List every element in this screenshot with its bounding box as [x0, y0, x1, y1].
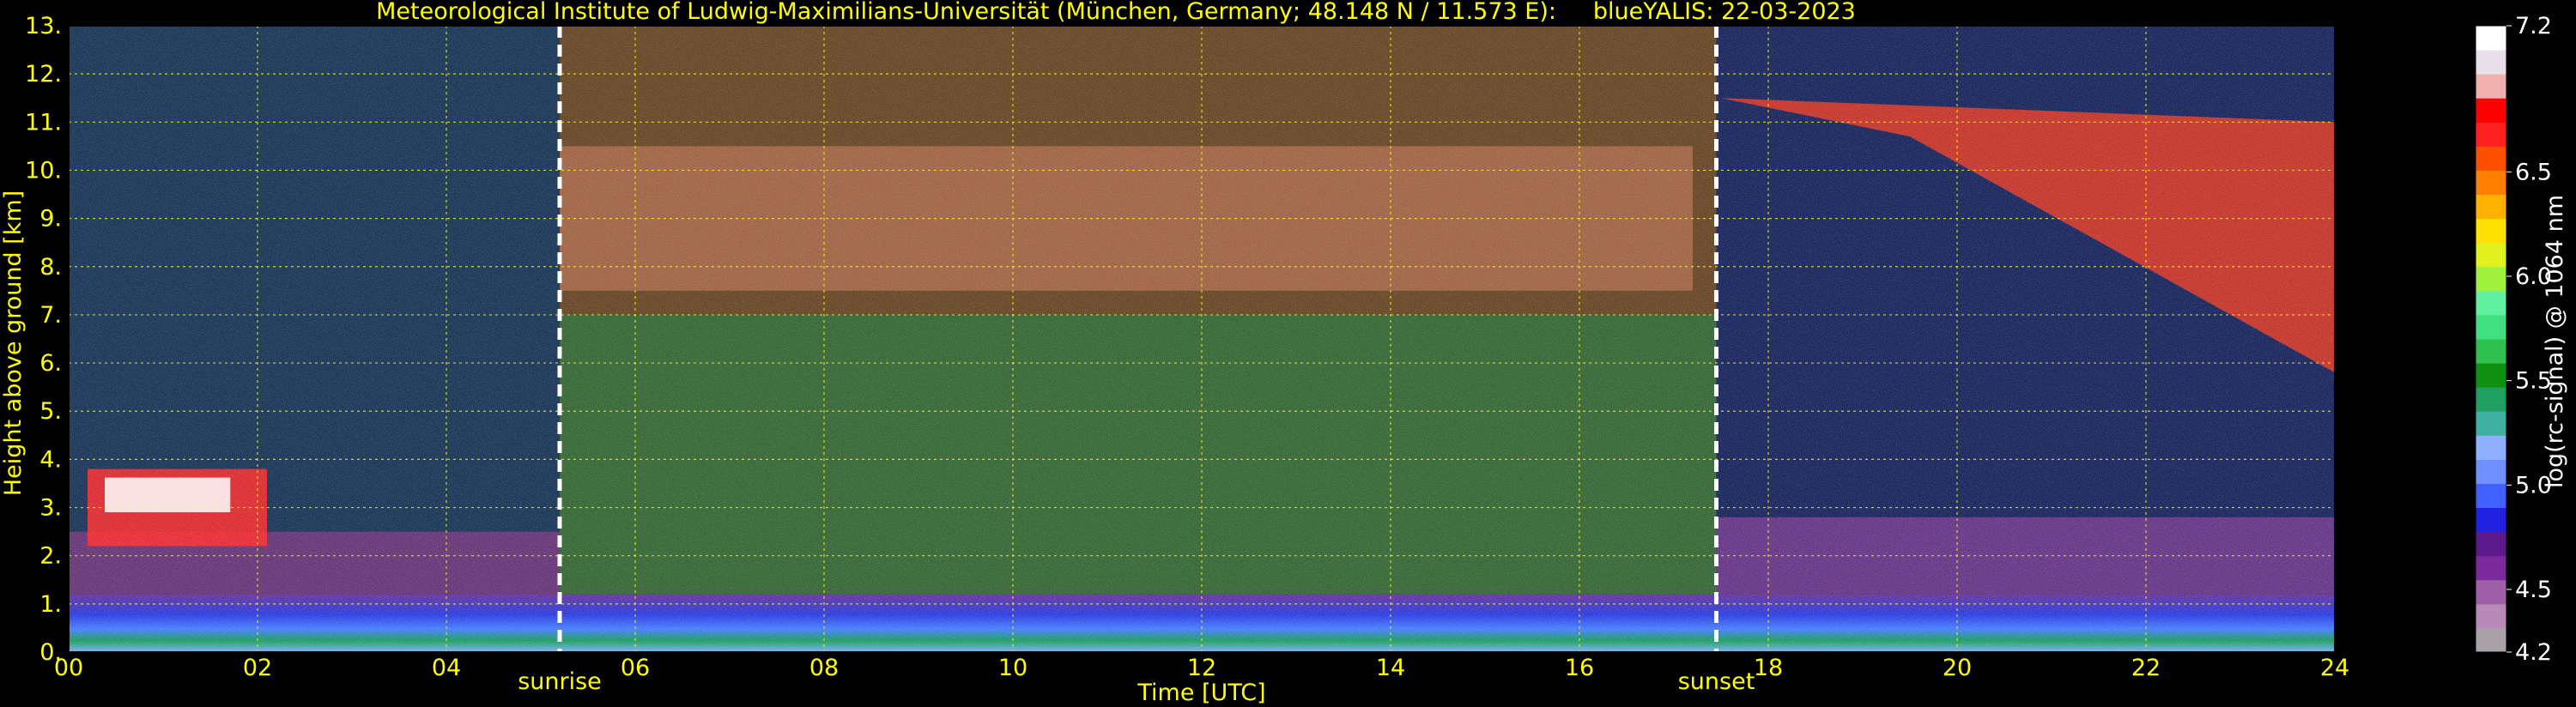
- x-tick-label: 10: [998, 655, 1027, 681]
- colorbar-tick-label: 6.5: [2515, 159, 2552, 185]
- x-tick-label: 20: [1943, 655, 1972, 681]
- y-tick-label: 6.: [39, 350, 62, 377]
- y-tick-label: 7.: [39, 302, 62, 329]
- x-tick-label: 18: [1754, 655, 1783, 681]
- colorbar-segment: [2476, 122, 2506, 147]
- colorbar-segment: [2476, 194, 2506, 220]
- x-tick-labels: 00 02 04 06 08 10 12 14 16 18 20 22 24: [54, 655, 2349, 681]
- colorbar-segment: [2476, 483, 2506, 509]
- colorbar-segment: [2476, 242, 2506, 268]
- y-tick-label: 0.: [39, 639, 62, 666]
- colorbar-tick-label: 4.5: [2515, 577, 2552, 603]
- colorbar-label: log(rc-signal) @ 1064 nm: [2542, 195, 2568, 488]
- colorbar-tick-label: 4.2: [2515, 639, 2552, 666]
- x-tick-label: 08: [809, 655, 839, 681]
- colorbar-segment: [2476, 50, 2506, 75]
- colorbar-segment: [2476, 603, 2506, 629]
- colorbar-segment: [2476, 314, 2506, 340]
- colorbar-segment: [2476, 74, 2506, 99]
- x-tick-label: 16: [1565, 655, 1594, 681]
- colorbar-segment: [2476, 387, 2506, 412]
- colorbar-segment: [2476, 266, 2506, 292]
- colorbar-segment: [2476, 555, 2506, 581]
- y-tick-label: 2.: [39, 543, 62, 570]
- colorbar-segment: [2476, 26, 2506, 51]
- lidar-chart: sunrise sunset 00 02 04 06 08 10 12 14 16 18 20 22 24…: [0, 0, 2568, 706]
- y-tick-label: 8.: [39, 254, 62, 281]
- y-tick-label: 4.: [39, 446, 62, 473]
- colorbar-segment: [2476, 435, 2506, 460]
- colorbar-segment: [2476, 98, 2506, 123]
- colorbar-segment: [2476, 146, 2506, 171]
- y-tick-label: 12.: [25, 61, 62, 88]
- colorbar-segment: [2476, 411, 2506, 436]
- colorbar-segment: [2476, 627, 2506, 653]
- colorbar-segment: [2476, 290, 2506, 316]
- y-axis-label: Height above ground [km]: [0, 190, 27, 496]
- x-tick-label: 14: [1376, 655, 1405, 681]
- colorbar-segment: [2476, 507, 2506, 533]
- colorbar-segment: [2476, 531, 2506, 557]
- x-tick-label: 06: [621, 655, 650, 681]
- colorbar-segment: [2476, 170, 2506, 196]
- y-tick-label: 9.: [39, 206, 62, 233]
- y-tick-label: 3.: [39, 495, 62, 522]
- colorbar: [2475, 25, 2507, 653]
- y-tick-label: 13.: [25, 13, 62, 39]
- x-tick-label: 12: [1187, 655, 1216, 681]
- x-tick-label: 24: [2320, 655, 2349, 681]
- colorbar-segment: [2476, 363, 2506, 388]
- sunset-label: sunset: [1678, 668, 1755, 695]
- y-tick-labels: 0. 1. 2. 3. 4. 5. 6. 7. 8. 9. 10. 11. 12. 13.: [25, 13, 62, 666]
- y-tick-label: 11.: [25, 109, 62, 136]
- colorbar-segment: [2476, 579, 2506, 605]
- x-tick-label: 02: [243, 655, 272, 681]
- colorbar-segment: [2476, 339, 2506, 364]
- chart-title: Meteorological Institute of Ludwig-Maxim…: [376, 0, 1856, 25]
- colorbar-tick-label: 7.2: [2515, 13, 2552, 39]
- y-tick-label: 10.: [25, 157, 62, 184]
- x-tick-label: 22: [2131, 655, 2161, 681]
- y-tick-label: 1.: [39, 591, 62, 618]
- colorbar-segment: [2476, 459, 2506, 484]
- x-axis-label: Time [UTC]: [1136, 680, 1265, 706]
- x-tick-label: 04: [432, 655, 461, 681]
- sunrise-label: sunrise: [518, 668, 602, 695]
- colorbar-segment: [2476, 218, 2506, 244]
- y-tick-label: 5.: [39, 398, 62, 425]
